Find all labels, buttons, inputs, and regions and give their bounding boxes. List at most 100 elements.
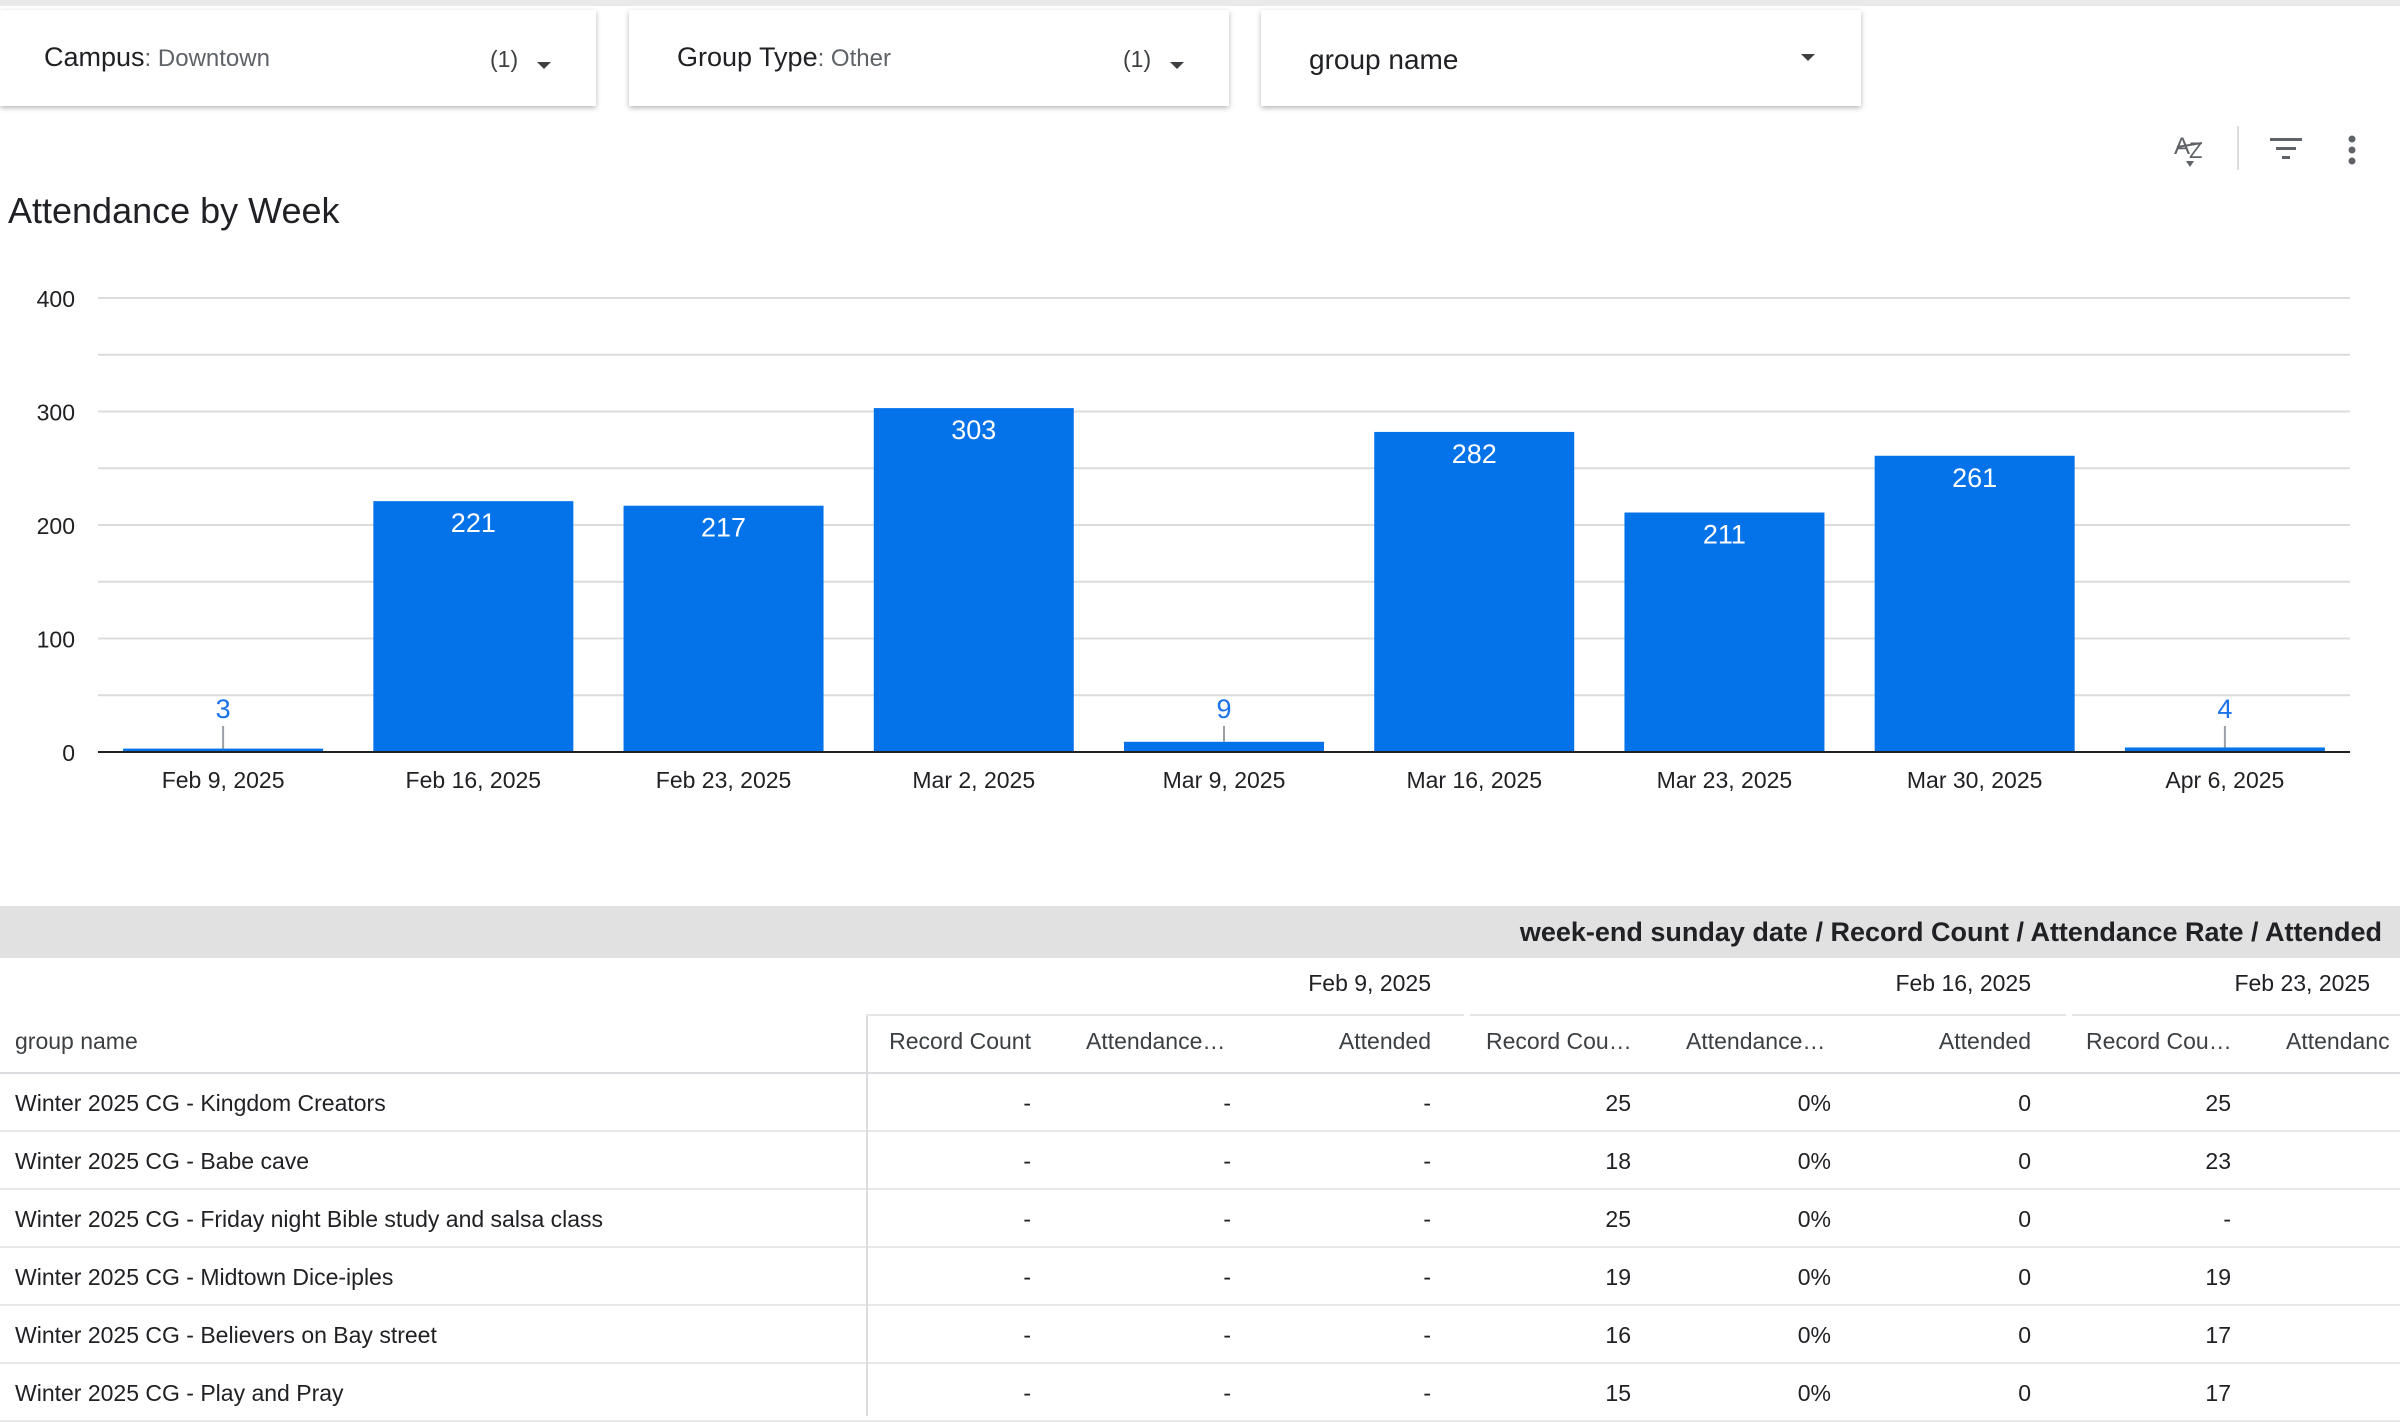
bar [1124,741,1324,752]
x-tick-label: Feb 16, 2025 [406,767,542,793]
table-cell: 17 [2205,1322,2231,1348]
data-label: 261 [1952,463,1997,493]
table-cell: 23 [2205,1148,2231,1174]
group-type-filter-count: (1) [1123,46,1152,72]
table-cell: 25 [1605,1090,1631,1116]
bar [1874,455,2075,752]
table-cell: 0% [1797,1380,1831,1406]
column-header[interactable]: Record Cou… [1486,1028,1646,1055]
table-cell: - [1223,1380,1231,1406]
table-cell: 19 [1605,1264,1631,1290]
table-cell: - [1023,1148,1031,1174]
x-tick-label: Mar 23, 2025 [1657,767,1793,793]
x-tick-label: Mar 2, 2025 [912,767,1035,793]
toolbar-divider [2237,126,2239,170]
table-cell: - [1223,1206,1231,1232]
group-name-filter[interactable]: group name [1261,10,1861,106]
table-cell: - [1023,1090,1031,1116]
chevron-down-icon[interactable] [1170,62,1184,69]
table-cell: - [1423,1090,1431,1116]
table-cell: - [1423,1148,1431,1174]
data-label: 221 [451,508,496,538]
table-row[interactable]: Winter 2025 CG - Midtown Dice-iples - - - 19… [0,1248,2400,1306]
x-tick-label: Mar 16, 2025 [1406,767,1542,793]
table-cell: 25 [1605,1206,1631,1232]
filter-icon[interactable] [2268,130,2304,170]
table-cell: 0 [2018,1090,2031,1116]
date-group-header: Feb 9, 2025 [1308,970,1431,996]
bar [873,408,1074,752]
data-label: 303 [951,415,996,445]
table-cell: 0 [2018,1380,2031,1406]
column-header[interactable]: Record Count [866,1028,1031,1055]
column-header-group-name[interactable]: group name [15,1028,138,1055]
column-header[interactable]: Attended [1870,1028,2031,1055]
group-name-filter-label: group name [1309,44,1459,75]
x-tick-label: Mar 30, 2025 [1907,767,2043,793]
x-tick-label: Apr 6, 2025 [2165,767,2284,793]
column-divider [866,1016,868,1416]
table-cell: 0% [1797,1206,1831,1232]
table-cell: - [2223,1206,2231,1232]
campus-filter-label: Campus: Downtown [44,42,270,72]
attendance-bar-chart: 0 100 200 300 400 3 Feb 9, 2025 221 Feb 16, 2025… [37,286,2350,793]
bar [1374,431,1575,752]
table-cell: 0 [2018,1206,2031,1232]
table-cell: - [1223,1322,1231,1348]
table-row[interactable]: Winter 2025 CG - Play and Pray - - - 15 0% 0 17 [0,1364,2400,1422]
table-cell: - [1023,1206,1031,1232]
y-tick-label: 100 [37,627,75,653]
table-cell: 0 [2018,1264,2031,1290]
column-header[interactable]: Attendanc [2286,1028,2400,1055]
data-label: 282 [1452,439,1497,469]
group-name-cell: Winter 2025 CG - Friday night Bible stud… [15,1206,604,1232]
table-cell: 0 [2018,1148,2031,1174]
group-type-filter-value: : Other [817,45,891,72]
table-cell: - [1223,1090,1231,1116]
group-name-cell: Winter 2025 CG - Kingdom Creators [15,1090,386,1116]
date-group-line [1470,1014,2066,1016]
top-border [0,0,2400,6]
y-tick-label: 200 [37,513,75,539]
table-row[interactable]: Winter 2025 CG - Kingdom Creators - - - 25 0%… [0,1074,2400,1132]
column-header[interactable]: Record Cou… [2086,1028,2246,1055]
table-cell: 19 [2205,1264,2231,1290]
table-cell: - [1423,1264,1431,1290]
table-header-band: week-end sunday date / Record Count / At… [0,906,2400,958]
table-cell: - [1023,1322,1031,1348]
column-header[interactable]: Attendance… [1086,1028,1241,1055]
date-group-header: Feb 16, 2025 [1895,970,2031,996]
table-cell: 0 [2018,1322,2031,1348]
table-cell: - [1223,1148,1231,1174]
bar [373,501,574,752]
chevron-down-icon[interactable] [1801,54,1815,61]
table-row[interactable]: Winter 2025 CG - Friday night Bible stud… [0,1190,2400,1248]
column-header[interactable]: Attendance… [1686,1028,1846,1055]
table-row[interactable]: Winter 2025 CG - Believers on Bay street… [0,1306,2400,1364]
campus-filter-count: (1) [490,46,519,72]
group-name-cell: Winter 2025 CG - Midtown Dice-iples [15,1264,394,1290]
y-tick-label: 0 [62,740,75,766]
table-row[interactable]: Winter 2025 CG - Babe cave - - - 18 0% 0 23 [0,1132,2400,1190]
data-label: 4 [2217,694,2232,724]
table-cell: - [1423,1380,1431,1406]
data-label: 3 [216,694,231,724]
y-tick-label: 400 [37,286,75,312]
table-cell: 17 [2205,1380,2231,1406]
table-cell: 18 [1605,1148,1631,1174]
data-label: 217 [701,513,746,543]
table-cell: - [1423,1206,1431,1232]
group-type-filter[interactable]: Group Type: Other (1) [629,10,1229,106]
date-group-line [866,1014,1464,1016]
more-vert-icon[interactable] [2340,130,2364,170]
chart-title: Attendance by Week [8,190,340,231]
sort-az-icon[interactable]: A Z [2172,130,2208,170]
group-name-cell: Winter 2025 CG - Believers on Bay street [15,1322,437,1348]
table-cell: - [1023,1380,1031,1406]
x-tick-label: Feb 23, 2025 [656,767,792,793]
date-group-line [2072,1014,2400,1016]
y-tick-label: 300 [37,400,75,426]
column-header[interactable]: Attended [1270,1028,1431,1055]
campus-filter[interactable]: Campus: Downtown (1) [0,10,596,106]
chevron-down-icon[interactable] [537,62,551,69]
